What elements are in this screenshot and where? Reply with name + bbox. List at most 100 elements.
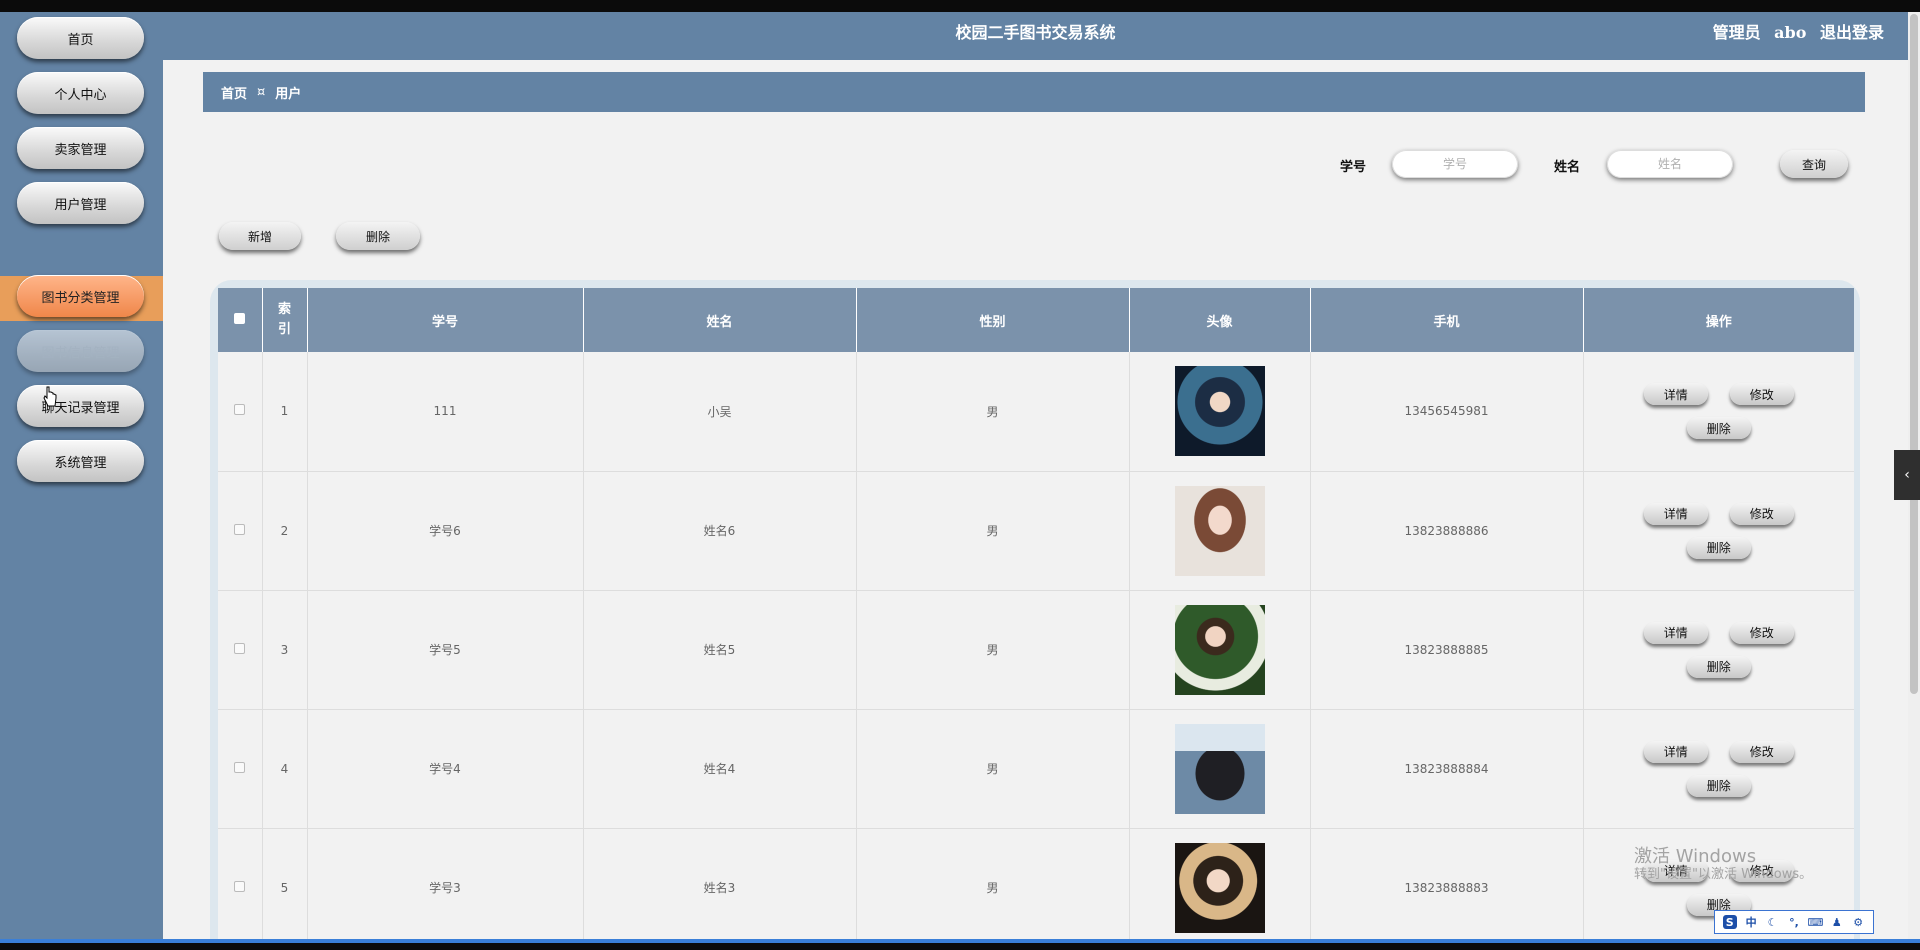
cell-actions: 详情 修改 删除 [1583,471,1854,591]
edit-button[interactable]: 修改 [1729,383,1794,406]
student-id-input[interactable] [1392,150,1518,178]
row-checkbox[interactable] [234,642,246,654]
breadcrumb: 首页 ¤ 用户 [203,72,1865,112]
row-select-cell [218,709,263,829]
row-delete-button[interactable]: 删除 [1686,417,1751,440]
row-delete-button[interactable]: 删除 [1686,774,1751,797]
detail-button[interactable]: 详情 [1643,859,1708,882]
sidebar-item-users[interactable]: 用户管理 [17,182,144,224]
add-button[interactable]: 新增 [219,222,301,250]
cell-index: 4 [262,709,308,829]
ime-tools-icon[interactable]: ⚙ [1851,915,1865,929]
app-window: 首页 个人中心 卖家管理 用户管理 用户 图书分类管理 图书信息管理 聊天记录管… [0,12,1920,939]
user-table: 索引 学号 姓名 性别 头像 手机 操作 1 111 小吴 男 13456545… [218,288,1854,939]
edit-button[interactable]: 修改 [1729,621,1794,644]
row-checkbox[interactable] [234,880,246,892]
cell-index: 1 [262,352,308,472]
cell-actions: 详情 修改 删除 [1583,590,1854,710]
row-checkbox[interactable] [234,761,246,773]
sidebar-item-book-categories[interactable]: 图书分类管理 [17,275,144,317]
sidebar-item-home[interactable]: 首页 [17,17,144,59]
detail-button[interactable]: 详情 [1643,740,1708,763]
table-panel: 索引 学号 姓名 性别 头像 手机 操作 1 111 小吴 男 13456545… [210,280,1860,939]
delete-button[interactable]: 删除 [336,222,420,250]
row-actions: 详情 修改 删除 [1634,502,1804,559]
row-select-cell [218,828,263,939]
cell-avatar [1129,352,1311,472]
table-row: 1 111 小吴 男 13456545981 详情 修改 删除 [218,352,1854,472]
row-checkbox[interactable] [234,404,246,416]
ime-keyboard-icon[interactable]: ⌨ [1807,915,1823,929]
chevron-left-icon: ‹ [1904,467,1910,483]
edit-button[interactable]: 修改 [1729,740,1794,763]
cell-index: 3 [262,590,308,710]
top-bar: 校园二手图书交易系统 管理员 abo 退出登录 [163,12,1908,60]
breadcrumb-home[interactable]: 首页 [221,83,247,102]
table-row: 2 学号6 姓名6 男 13823888886 详情 修改 删除 [218,471,1854,591]
bottom-accent-bar [0,939,1920,943]
student-id-label: 学号 [1340,160,1367,175]
cell-phone: 13823888885 [1310,590,1584,710]
detail-button[interactable]: 详情 [1643,383,1708,406]
avatar-image [1174,842,1265,933]
avatar-image [1174,604,1265,695]
edit-button[interactable]: 修改 [1729,859,1794,882]
row-select-cell [218,471,263,591]
cell-phone: 13456545981 [1310,352,1584,472]
cell-phone: 13823888883 [1310,828,1584,939]
cell-student-id: 111 [307,352,584,472]
column-header-index: 索引 [262,288,308,352]
ime-moon-icon[interactable]: ☾ [1766,915,1780,929]
avatar-image [1174,723,1265,814]
cell-avatar [1129,828,1311,939]
ime-mode-icon[interactable]: 中 [1744,915,1758,929]
row-checkbox[interactable] [234,523,246,535]
cell-index: 5 [262,828,308,939]
sidebar-item-sellers[interactable]: 卖家管理 [17,127,144,169]
user-role: 管理员 [1712,23,1761,42]
app-title: 校园二手图书交易系统 [955,23,1116,42]
ime-punctuation-icon[interactable]: °, [1787,915,1801,929]
cell-name: 姓名3 [583,828,857,939]
cell-name: 小吴 [583,352,857,472]
cell-student-id: 学号6 [307,471,584,591]
cell-actions: 详情 修改 删除 [1583,709,1854,829]
avatar-image [1174,366,1265,457]
index-header-text: 索引 [277,302,291,337]
logout-link[interactable]: 退出登录 [1820,23,1884,42]
table-row: 5 学号3 姓名3 男 13823888883 详情 修改 删除 [218,828,1854,939]
column-header-name: 姓名 [583,288,857,352]
sidebar-item-profile[interactable]: 个人中心 [17,72,144,114]
row-delete-button[interactable]: 删除 [1686,536,1751,559]
cell-student-id: 学号4 [307,709,584,829]
cell-name: 姓名5 [583,590,857,710]
row-actions: 详情 修改 删除 [1634,621,1804,678]
breadcrumb-current: 用户 [275,86,302,102]
column-header-phone: 手机 [1310,288,1584,352]
ime-toolbar: S 中 ☾ °, ⌨ ♟ ⚙ [1714,910,1874,934]
detail-button[interactable]: 详情 [1643,621,1708,644]
row-delete-button[interactable]: 删除 [1686,655,1751,678]
query-button[interactable]: 查询 [1780,150,1848,178]
user-info: 管理员 abo 退出登录 [1705,12,1884,54]
table-row: 4 学号4 姓名4 男 13823888884 详情 修改 删除 [218,709,1854,829]
sidebar-item-book-info[interactable]: 图书信息管理 [17,330,144,372]
cell-name: 姓名4 [583,709,857,829]
cell-gender: 男 [856,828,1130,939]
scrollbar-thumb[interactable] [1910,14,1918,694]
ime-person-icon[interactable]: ♟ [1830,915,1844,929]
collapse-panel-tab[interactable]: ‹ [1894,450,1920,500]
column-header-gender: 性别 [856,288,1130,352]
detail-button[interactable]: 详情 [1643,502,1708,525]
table-row: 3 学号5 姓名5 男 13823888885 详情 修改 删除 [218,590,1854,710]
select-all-checkbox[interactable] [234,312,246,324]
breadcrumb-separator: ¤ [257,84,266,100]
sidebar-item-system[interactable]: 系统管理 [17,440,144,482]
sidebar: 首页 个人中心 卖家管理 用户管理 用户 图书分类管理 图书信息管理 聊天记录管… [0,12,163,939]
name-input[interactable] [1607,150,1733,178]
cell-actions: 详情 修改 删除 [1583,352,1854,472]
select-all-cell [218,288,263,352]
edit-button[interactable]: 修改 [1729,502,1794,525]
ime-logo-icon[interactable]: S [1722,915,1737,929]
sidebar-item-chat-records[interactable]: 聊天记录管理 [17,385,144,427]
